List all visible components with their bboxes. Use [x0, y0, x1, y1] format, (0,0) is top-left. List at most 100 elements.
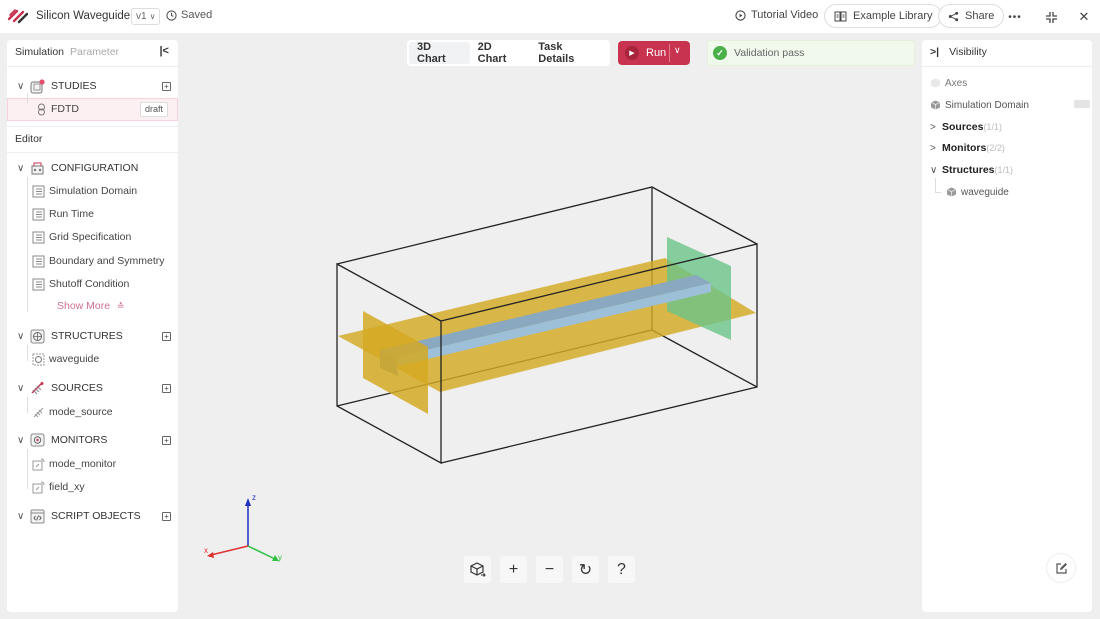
example-library-button[interactable]: Example Library — [824, 4, 943, 28]
structure-item-icon — [32, 353, 45, 365]
visibility-row-monitors[interactable]: > Monitors (2/2) — [930, 141, 1005, 155]
play-circle-icon — [735, 9, 746, 21]
tab-parameter[interactable]: Parameter — [70, 46, 119, 58]
section-sources[interactable]: ∨ SOURCES — [17, 380, 103, 396]
sources-icon — [31, 381, 44, 394]
study-item-fdtd[interactable]: FDTD draft — [7, 93, 178, 121]
section-studies[interactable]: ∨ STUDIES — [17, 78, 97, 94]
tutorial-video-link[interactable]: Tutorial Video — [735, 9, 818, 21]
config-item-label: Grid Specification — [49, 231, 132, 243]
section-configuration[interactable]: ∨ CONFIGURATION — [17, 160, 138, 176]
visibility-row-axes[interactable]: Axes — [930, 76, 967, 90]
divider — [669, 44, 670, 62]
monitor-item-mode-monitor[interactable]: mode_monitor — [32, 456, 116, 472]
play-icon: ▶ — [625, 46, 639, 60]
tab-2d-chart[interactable]: 2D Chart — [470, 41, 531, 65]
book-icon — [834, 11, 847, 21]
divider — [922, 66, 1092, 67]
config-item-label: Run Time — [49, 208, 94, 220]
left-panel: Simulation Parameter |< ∨ STUDIES + FDTD… — [7, 40, 178, 612]
monitor-item-icon — [32, 458, 45, 470]
tab-3d-chart[interactable]: 3D Chart — [409, 41, 470, 65]
chevron-down-icon[interactable]: ∨ — [930, 165, 942, 176]
example-library-label: Example Library — [853, 10, 933, 22]
cube-icon — [469, 561, 486, 577]
add-study-button[interactable]: + — [162, 82, 171, 91]
visibility-label: Monitors — [942, 142, 987, 154]
x-axis — [210, 545, 249, 556]
x-axis-label: x — [204, 546, 208, 555]
source-item-icon — [33, 407, 44, 417]
more-options-button[interactable]: ••• — [1004, 6, 1026, 28]
zoom-out-button[interactable]: − — [536, 556, 563, 583]
structure-item-waveguide[interactable]: waveguide — [32, 351, 99, 367]
add-structure-button[interactable]: + — [162, 332, 171, 341]
tree-line — [27, 177, 28, 312]
config-item-simulation-domain[interactable]: Simulation Domain — [32, 183, 137, 199]
tab-task-details[interactable]: Task Details — [530, 41, 608, 65]
config-item-label: Boundary and Symmetry — [49, 255, 165, 267]
tab-simulation[interactable]: Simulation — [15, 46, 64, 58]
axes-gizmo: z x y — [204, 493, 282, 562]
visibility-row-structures[interactable]: ∨ Structures (1/1) — [930, 163, 1013, 177]
divider — [7, 152, 178, 153]
edit-button[interactable] — [1046, 553, 1076, 583]
save-status-label: Saved — [181, 9, 213, 21]
fdtd-icon — [38, 103, 45, 116]
visibility-title: Visibility — [949, 46, 987, 58]
config-item-shutoff-condition[interactable]: Shutoff Condition — [32, 276, 129, 292]
add-script-object-button[interactable]: + — [162, 512, 171, 521]
monitors-label: MONITORS — [51, 434, 108, 446]
run-label: Run — [646, 47, 667, 59]
tree-line — [27, 93, 28, 103]
help-button[interactable]: ? — [608, 556, 635, 583]
section-monitors[interactable]: ∨ MONITORS — [17, 432, 107, 448]
visibility-toggle-icon — [930, 100, 941, 110]
chevron-down-icon: ∨ — [17, 382, 25, 394]
visibility-row-simulation-domain[interactable]: Simulation Domain — [930, 98, 1090, 112]
list-icon — [32, 278, 45, 290]
share-button[interactable]: Share — [938, 4, 1005, 28]
add-monitor-button[interactable]: + — [162, 436, 171, 445]
visibility-row-sources[interactable]: > Sources (1/1) — [930, 120, 1002, 134]
config-item-grid-specification[interactable]: Grid Specification — [32, 229, 131, 245]
close-button[interactable]: ✕ — [1073, 6, 1095, 28]
section-script-objects[interactable]: ∨ SCRIPT OBJECTS — [17, 508, 141, 524]
run-button[interactable]: ▶ Run ∨ — [618, 41, 690, 65]
left-panel-tabs: Simulation Parameter — [15, 46, 119, 58]
chevron-right-icon[interactable]: > — [930, 143, 942, 154]
visibility-count: (1/1) — [994, 165, 1014, 175]
monitor-item-field-xy[interactable]: field_xy — [32, 479, 85, 495]
z-arrow-icon — [245, 498, 251, 506]
project-title[interactable]: Silicon Waveguide — [30, 5, 136, 27]
expand-panel-button[interactable]: >| — [930, 46, 939, 58]
config-item-boundary-and-symmetry[interactable]: Boundary and Symmetry — [32, 253, 165, 269]
tree-line — [935, 178, 936, 192]
config-item-run-time[interactable]: Run Time — [32, 206, 94, 222]
visibility-label: Sources — [942, 121, 984, 133]
tree-line — [27, 345, 28, 361]
source-item-mode-source[interactable]: mode_source — [32, 404, 113, 420]
monitor-item-label: field_xy — [49, 481, 85, 493]
version-select[interactable]: v1 ∨ — [131, 8, 161, 25]
view-cube-button[interactable] — [464, 556, 491, 583]
top-bar: Silicon Waveguide v1 ∨ Saved Tutorial Vi… — [0, 0, 1100, 33]
studies-icon — [30, 78, 45, 93]
exit-fullscreen-button[interactable] — [1040, 6, 1062, 28]
collapse-panel-button[interactable]: |< — [159, 45, 169, 57]
visibility-row-waveguide[interactable]: waveguide — [946, 185, 1009, 199]
script-objects-label: SCRIPT OBJECTS — [51, 510, 141, 522]
save-status: Saved — [166, 9, 212, 21]
chevron-down-icon: ∨ — [17, 330, 25, 342]
add-source-button[interactable]: + — [162, 384, 171, 393]
run-options-chevron-icon[interactable]: ∨ — [674, 45, 681, 56]
structures-label: STRUCTURES — [51, 330, 123, 342]
domain-options-icon[interactable] — [1074, 100, 1090, 108]
reset-view-button[interactable]: ↻ — [572, 556, 599, 583]
show-more-button[interactable]: Show More ≛ — [57, 300, 125, 312]
chevron-down-icon: ∨ — [17, 162, 25, 174]
zoom-in-button[interactable]: + — [500, 556, 527, 583]
chevron-right-icon[interactable]: > — [930, 122, 942, 133]
collapse-icon — [1045, 11, 1057, 23]
section-structures[interactable]: ∨ STRUCTURES — [17, 328, 123, 344]
